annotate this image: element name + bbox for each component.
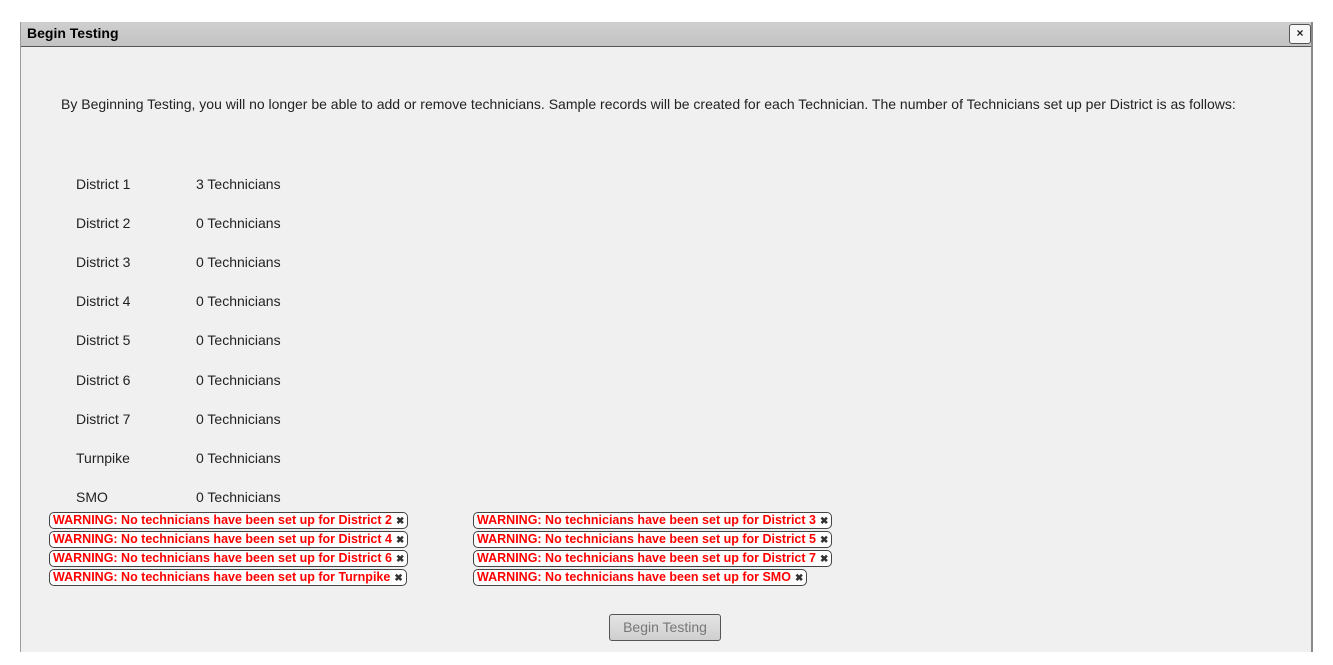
- warning-badge: WARNING: No technicians have been set up…: [473, 531, 833, 548]
- warning-text: WARNING: No technicians have been set up…: [477, 532, 816, 546]
- technician-count: 0 Technicians: [196, 372, 281, 388]
- technician-count: 0 Technicians: [196, 450, 281, 466]
- dialog-titlebar[interactable]: Begin Testing ×: [21, 22, 1311, 47]
- district-name: District 7: [76, 411, 131, 427]
- dismiss-icon[interactable]: ✖: [396, 516, 404, 527]
- warning-badge: WARNING: No technicians have been set up…: [473, 550, 833, 567]
- warning-text: WARNING: No technicians have been set up…: [53, 513, 392, 527]
- warning-badge: WARNING: No technicians have been set up…: [49, 550, 409, 567]
- warning-list: WARNING: No technicians have been set up…: [49, 512, 949, 588]
- warning-badge: WARNING: No technicians have been set up…: [49, 569, 407, 586]
- technician-count: 0 Technicians: [196, 332, 281, 348]
- dialog-title: Begin Testing: [27, 25, 119, 41]
- dismiss-icon[interactable]: ✖: [820, 554, 828, 565]
- district-name: District 2: [76, 215, 131, 231]
- district-name: SMO: [76, 489, 108, 505]
- dismiss-icon[interactable]: ✖: [394, 573, 402, 584]
- dismiss-icon[interactable]: ✖: [396, 535, 404, 546]
- warning-text: WARNING: No technicians have been set up…: [53, 532, 392, 546]
- district-name: District 4: [76, 293, 131, 309]
- begin-testing-dialog: Begin Testing × By Beginning Testing, yo…: [20, 22, 1313, 652]
- district-name: Turnpike: [76, 450, 130, 466]
- warning-text: WARNING: No technicians have been set up…: [477, 570, 791, 584]
- warning-badge: WARNING: No technicians have been set up…: [49, 512, 409, 529]
- district-name: District 1: [76, 176, 131, 192]
- technician-count: 0 Technicians: [196, 215, 281, 231]
- warning-badge: WARNING: No technicians have been set up…: [473, 569, 808, 586]
- technician-count: 0 Technicians: [196, 293, 281, 309]
- technician-count: 0 Technicians: [196, 254, 281, 270]
- warning-badge: WARNING: No technicians have been set up…: [473, 512, 833, 529]
- dismiss-icon[interactable]: ✖: [396, 554, 404, 565]
- district-name: District 5: [76, 332, 131, 348]
- district-name: District 6: [76, 372, 131, 388]
- warning-text: WARNING: No technicians have been set up…: [53, 551, 392, 565]
- warning-text: WARNING: No technicians have been set up…: [477, 551, 816, 565]
- warning-text: WARNING: No technicians have been set up…: [477, 513, 816, 527]
- dismiss-icon[interactable]: ✖: [820, 535, 828, 546]
- technician-count: 0 Technicians: [196, 411, 281, 427]
- begin-testing-button[interactable]: Begin Testing: [609, 614, 721, 641]
- district-name: District 3: [76, 254, 131, 270]
- warning-text: WARNING: No technicians have been set up…: [53, 570, 391, 584]
- warning-badge: WARNING: No technicians have been set up…: [49, 531, 409, 548]
- intro-text: By Beginning Testing, you will no longer…: [61, 96, 1236, 112]
- dismiss-icon[interactable]: ✖: [820, 516, 828, 527]
- close-icon[interactable]: ×: [1289, 24, 1311, 44]
- technician-count: 0 Technicians: [196, 489, 281, 505]
- technician-count: 3 Technicians: [196, 176, 281, 192]
- dismiss-icon[interactable]: ✖: [795, 573, 803, 584]
